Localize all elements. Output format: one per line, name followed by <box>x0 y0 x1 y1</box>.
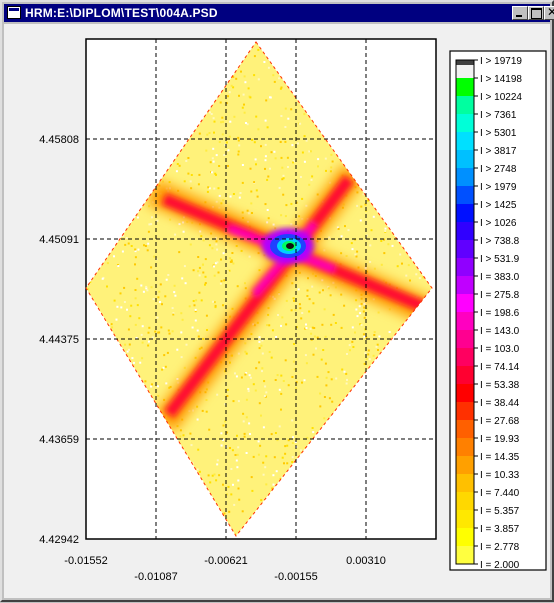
window-title: HRM:E:\DIPLOM\TEST\004A.PSD <box>25 6 218 20</box>
legend-color-swatch <box>456 204 474 223</box>
legend-color-swatch <box>456 132 474 151</box>
x-tick-label: 0.00310 <box>346 555 386 567</box>
x-tick-label: -0.00621 <box>204 555 247 567</box>
legend-color-swatch <box>456 456 474 475</box>
legend-label: I = 3.857 <box>480 524 520 535</box>
x-tick-label: -0.00155 <box>274 571 317 583</box>
legend-label: I = 143.0 <box>480 326 520 337</box>
legend-label: I = 10.33 <box>480 470 520 481</box>
legend-label: I > 10224 <box>480 92 522 103</box>
x-tick-label: -0.01087 <box>134 571 177 583</box>
legend-label: I > 1979 <box>480 182 517 193</box>
legend-label: I = 19.93 <box>480 434 520 445</box>
legend-color-swatch <box>456 402 474 421</box>
legend-label: I = 74.14 <box>480 362 520 373</box>
legend-label: I > 1425 <box>480 200 517 211</box>
legend-label: I = 383.0 <box>480 272 520 283</box>
legend-label: I > 738.8 <box>480 236 520 247</box>
legend-color-swatch <box>456 528 474 547</box>
maximize-button[interactable] <box>528 6 544 20</box>
legend-color-swatch <box>456 492 474 511</box>
legend-color-swatch <box>456 222 474 241</box>
legend-label: I = 198.6 <box>480 308 520 319</box>
legend-label: I = 14.35 <box>480 452 520 463</box>
central-peak <box>262 228 314 264</box>
density-plot: 4.45808 4.45091 4.44375 4.43659 4.42942 … <box>39 38 547 583</box>
legend-color-swatch <box>456 150 474 169</box>
legend-label: I > 531.9 <box>480 254 520 265</box>
legend-color-swatch <box>456 438 474 457</box>
close-icon: ✕ <box>547 5 554 19</box>
legend-color-swatch <box>456 312 474 331</box>
legend-label: I = 2.778 <box>480 542 520 553</box>
legend-top-swatch <box>456 60 474 65</box>
legend-color-swatch <box>456 258 474 277</box>
legend-color-swatch <box>456 114 474 133</box>
y-tick-label: 4.45091 <box>39 234 79 246</box>
legend-label: I = 38.44 <box>480 398 520 409</box>
legend-label: I > 7361 <box>480 110 517 121</box>
legend-label: I = 53.38 <box>480 380 520 391</box>
legend-color-swatch <box>456 96 474 115</box>
legend-color-swatch <box>456 348 474 367</box>
legend-color-swatch <box>456 276 474 295</box>
legend-color-swatch <box>456 510 474 529</box>
legend-label: I > 1026 <box>480 218 517 229</box>
legend-color-swatch <box>456 366 474 385</box>
window-icon[interactable] <box>7 6 21 19</box>
legend-color-swatch <box>456 384 474 403</box>
y-tick-label: 4.45808 <box>39 134 79 146</box>
legend-label: I = 7.440 <box>480 488 520 499</box>
legend-color-swatch <box>456 240 474 259</box>
legend-label: I > 5301 <box>480 128 517 139</box>
legend-label: I = 5.357 <box>480 506 520 517</box>
legend-color-swatch <box>456 420 474 439</box>
legend-label: I > 3817 <box>480 146 517 157</box>
legend-label: I = 103.0 <box>480 344 520 355</box>
close-button[interactable]: ✕ <box>544 5 554 20</box>
legend-color-swatch <box>456 168 474 187</box>
app-window: HRM:E:\DIPLOM\TEST\004A.PSD ✕ 4.45808 4.… <box>0 0 554 602</box>
legend-color-swatch <box>456 330 474 349</box>
legend-label: I = 2.000 <box>480 560 520 571</box>
legend-color-swatch <box>456 546 474 565</box>
title-bar[interactable]: HRM:E:\DIPLOM\TEST\004A.PSD ✕ <box>4 4 554 22</box>
plot-area: 4.45808 4.45091 4.44375 4.43659 4.42942 … <box>4 24 550 598</box>
y-tick-label: 4.44375 <box>39 334 79 346</box>
legend-label: I > 19719 <box>480 56 522 67</box>
legend-color-swatch <box>456 294 474 313</box>
legend-label: I = 27.68 <box>480 416 520 427</box>
legend-color-swatch <box>456 78 474 97</box>
color-legend: I > 19719 I > 14198 I > 10224 I > 7361 I > 5… <box>455 56 522 571</box>
x-tick-label: -0.01552 <box>64 555 107 567</box>
legend-color-swatch <box>456 186 474 205</box>
minimize-button[interactable] <box>512 6 528 20</box>
legend-label: I > 14198 <box>480 74 522 85</box>
maximize-icon <box>531 8 542 19</box>
y-tick-label: 4.42942 <box>39 534 79 546</box>
minimize-icon <box>516 15 522 17</box>
legend-label: I = 275.8 <box>480 290 520 301</box>
legend-label: I > 2748 <box>480 164 517 175</box>
y-tick-label: 4.43659 <box>39 434 79 446</box>
legend-color-swatch <box>456 474 474 493</box>
